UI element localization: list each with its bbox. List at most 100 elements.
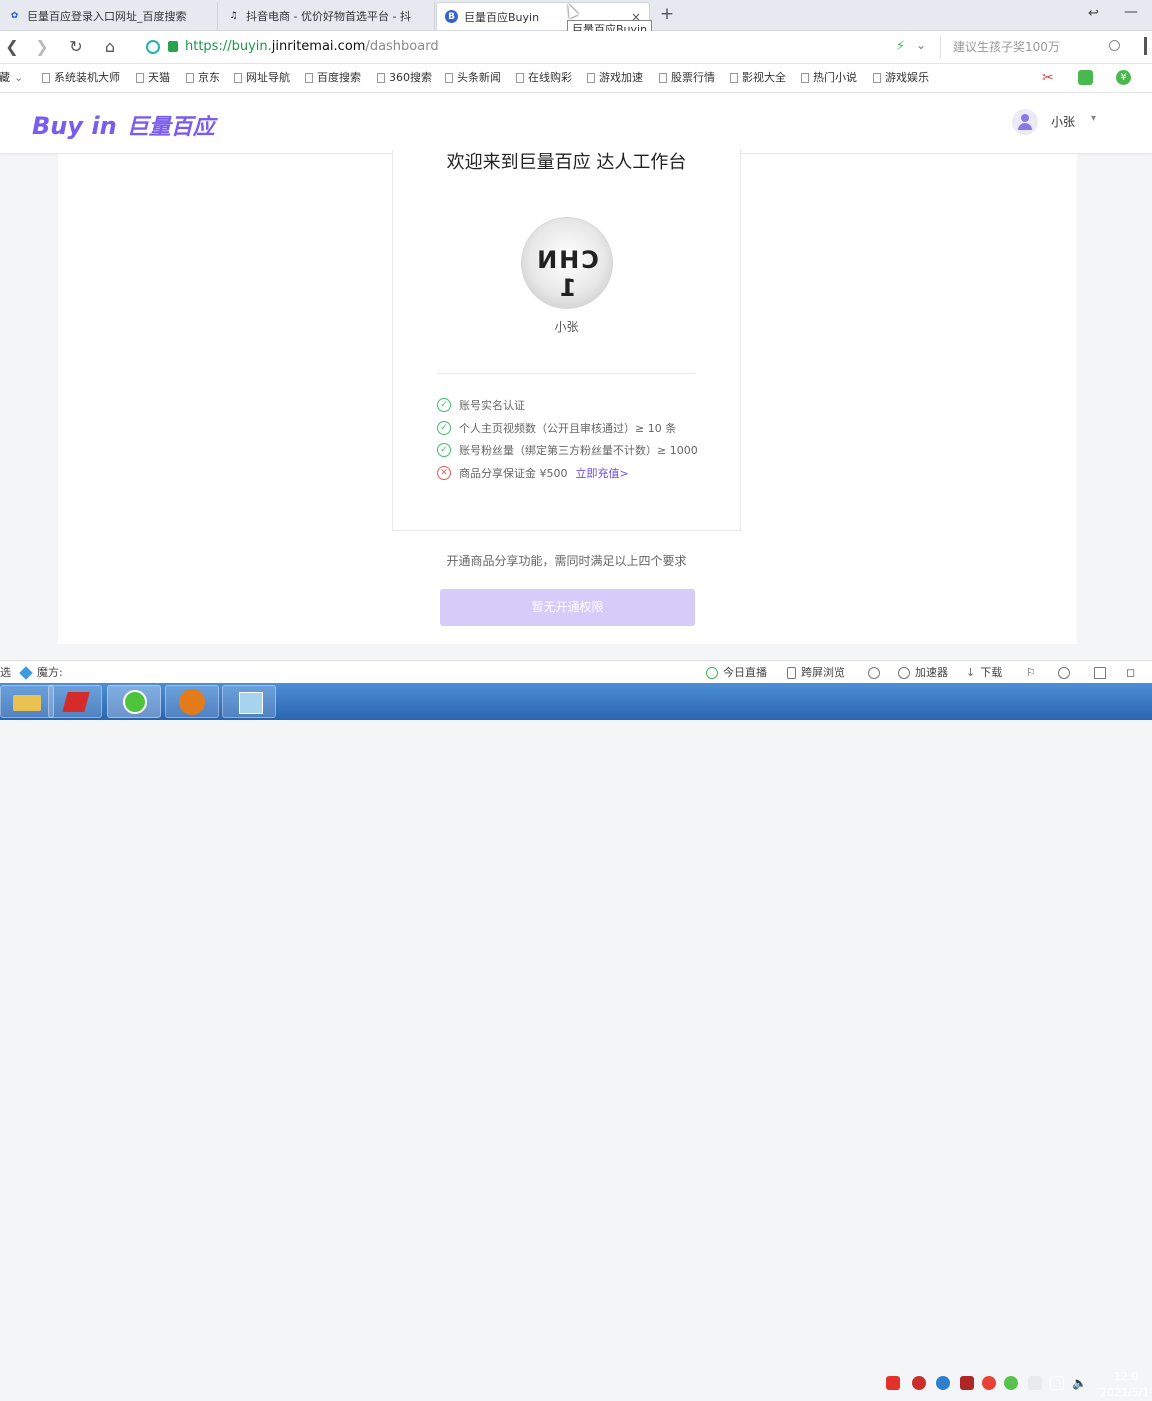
page-icon xyxy=(136,73,144,83)
chevron-down-icon[interactable]: ⌄ xyxy=(916,38,926,52)
check-circle-icon: ✓ xyxy=(437,421,451,435)
system-clock[interactable]: 12:0 2021/5/1 xyxy=(1100,1369,1152,1401)
tray-app-icon[interactable] xyxy=(912,1376,926,1390)
bookmark-item[interactable]: 游戏娱乐 xyxy=(873,70,929,86)
player-icon[interactable] xyxy=(165,685,219,718)
volume-icon[interactable]: 🔈 xyxy=(1072,1376,1087,1390)
magic-cube-button[interactable]: 魔方: xyxy=(19,665,63,680)
refresh-icon xyxy=(868,666,880,679)
tray-app-icon[interactable] xyxy=(936,1376,950,1390)
status-left-label[interactable]: 选 xyxy=(0,665,11,680)
page-icon xyxy=(377,73,385,83)
divider xyxy=(437,373,695,374)
scissors-icon[interactable]: ✂ xyxy=(1042,70,1054,86)
back-icon[interactable]: ❮ xyxy=(2,37,22,57)
bookmark-item[interactable]: 在线购彩 xyxy=(516,70,572,86)
window-icon[interactable] xyxy=(1094,665,1111,680)
bookmark-label: 在线购彩 xyxy=(528,71,572,84)
site-header: Buy in 巨量百应 xyxy=(0,93,1152,153)
search-input[interactable]: 建议生孩子奖100万 xyxy=(940,36,1130,58)
bookmark-item[interactable]: 影视大全 xyxy=(730,70,786,86)
flag-icon[interactable]: ⚐ xyxy=(1026,665,1036,680)
weibo-icon[interactable] xyxy=(982,1376,996,1390)
bookmark-item[interactable]: 网址导航 xyxy=(234,70,290,86)
requirement-item: ✕ 商品分享保证金 ¥500 立即充值> xyxy=(437,464,629,482)
sync-circle xyxy=(1058,666,1070,679)
check-circle-icon: ✓ xyxy=(437,398,451,412)
clock-date: 2021/5/1 xyxy=(1100,1386,1150,1399)
bookmark-label: 股票行情 xyxy=(671,71,715,84)
translate-icon[interactable] xyxy=(1078,70,1093,85)
lightning-icon[interactable]: ⚡ xyxy=(896,39,905,54)
restore-tab-icon[interactable]: ↩ xyxy=(1088,6,1099,21)
download-icon: ↓ xyxy=(966,666,976,679)
cross-screen-button[interactable]: 跨屏浏览 xyxy=(787,665,845,680)
page-icon xyxy=(42,73,50,83)
minimize-window-button[interactable]: — xyxy=(1124,4,1138,20)
page-title: 欢迎来到巨量百应 达人工作台 xyxy=(446,152,687,173)
recharge-link[interactable]: 立即充值> xyxy=(576,465,629,481)
tray-app-icon[interactable] xyxy=(1028,1376,1042,1390)
browser-taskbar-icon[interactable] xyxy=(107,685,161,718)
bookmark-item[interactable]: 热门小说 xyxy=(801,70,857,86)
requirement-item: ✓ 账号实名认证 xyxy=(437,396,525,414)
forward-icon[interactable]: ❯ xyxy=(32,37,52,57)
network-icon[interactable] xyxy=(1050,1376,1064,1390)
bookmark-item[interactable]: 系统装机大师 xyxy=(42,70,120,86)
tab-title: 巨量百应登录入口网址_百度搜索 xyxy=(27,10,187,23)
bookmark-item[interactable]: 游戏加速 xyxy=(587,70,643,86)
tray-app-icon[interactable] xyxy=(960,1376,974,1390)
requirement-item: ✓ 个人主页视频数（公开且审核通过）≥ 10 条 xyxy=(437,419,676,437)
file-explorer-icon[interactable] xyxy=(0,685,54,718)
sync-icon[interactable] xyxy=(1058,665,1075,680)
home-icon[interactable]: ⌂ xyxy=(100,37,120,57)
status-item-label: 下载 xyxy=(980,666,1003,679)
phone-icon xyxy=(787,666,796,679)
bookmark-item[interactable]: 股票行情 xyxy=(659,70,715,86)
douyin-icon: ♫ xyxy=(229,11,238,21)
tab-douyin[interactable]: ♫ 抖音电商 - 优价好物首选平台 - 抖 xyxy=(219,2,435,30)
bookmark-label: 360搜索 xyxy=(389,71,432,84)
page-icon xyxy=(305,73,313,83)
search-icon[interactable] xyxy=(1109,40,1120,51)
tray-app-icon[interactable] xyxy=(1004,1376,1018,1390)
requirement-text: 账号粉丝量（绑定第三方粉丝量不计数）≥ 1000 xyxy=(459,444,698,457)
status-item-label: 跨屏浏览 xyxy=(801,666,845,679)
buyin-logo[interactable]: Buy in 巨量百应 xyxy=(32,109,215,140)
bookmark-label: 热门小说 xyxy=(813,71,857,84)
chevron-down-icon[interactable]: ▾ xyxy=(1091,113,1096,124)
menu-icon[interactable] xyxy=(1144,37,1147,55)
bookmark-item[interactable]: 头条新闻 xyxy=(445,70,501,86)
url-field[interactable]: https://buyin.jinritemai.com/dashboard xyxy=(185,37,925,57)
bookmark-favorites[interactable]: 收藏 ⌄ xyxy=(0,70,23,86)
tab-baidu-search[interactable]: ✿ 巨量百应登录入口网址_百度搜索 xyxy=(0,2,218,30)
live-today-button[interactable]: 今日直播 xyxy=(706,665,767,680)
bookmark-label: 百度搜索 xyxy=(317,71,361,84)
open-permission-button[interactable]: 暂无开通权限 xyxy=(440,589,695,626)
bookmark-item[interactable]: 京东 xyxy=(186,70,220,86)
requirement-text: 商品分享保证金 ¥500 xyxy=(459,467,568,480)
user-avatar-icon[interactable] xyxy=(1012,109,1038,135)
new-tab-button[interactable]: + xyxy=(657,4,677,24)
status-item-label: 加速器 xyxy=(915,666,948,679)
check-circle-icon: ✓ xyxy=(437,443,451,457)
baidu-paw-icon: ✿ xyxy=(10,11,19,21)
wps-icon[interactable] xyxy=(48,685,102,718)
security-shield-icon[interactable] xyxy=(146,40,160,54)
status-icon[interactable] xyxy=(868,665,885,680)
sogou-input-icon[interactable] xyxy=(886,1376,900,1390)
requirement-text: 个人主页视频数（公开且审核通过）≥ 10 条 xyxy=(459,422,677,435)
requirement-text: 账号实名认证 xyxy=(459,399,525,412)
page-icon xyxy=(186,73,194,83)
bookmark-item[interactable]: 天猫 xyxy=(136,70,170,86)
sound-icon[interactable]: ◻ xyxy=(1126,665,1135,680)
download-button[interactable]: ↓ 下载 xyxy=(966,665,1002,680)
wallet-icon[interactable]: ¥ xyxy=(1116,70,1131,85)
window-square xyxy=(1094,666,1106,679)
accelerator-button[interactable]: 加速器 xyxy=(898,665,948,680)
notepad-icon[interactable] xyxy=(222,685,276,718)
reload-icon[interactable]: ↻ xyxy=(66,37,86,57)
header-username[interactable]: 小张 xyxy=(1051,113,1075,130)
bookmark-item[interactable]: 360搜索 xyxy=(377,70,432,86)
bookmark-item[interactable]: 百度搜索 xyxy=(305,70,361,86)
